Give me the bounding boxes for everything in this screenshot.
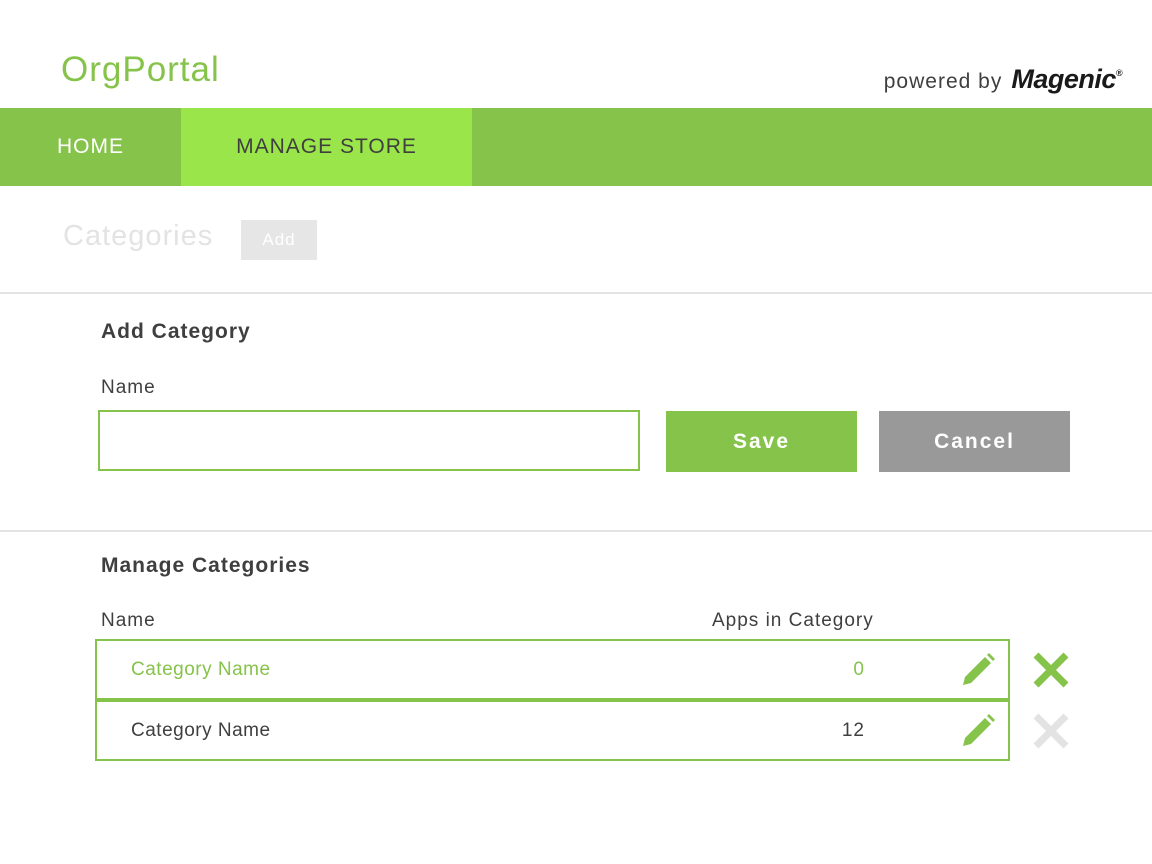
save-button[interactable]: Save xyxy=(666,411,857,472)
header: OrgPortal powered by Magenic® xyxy=(0,0,1152,108)
name-label: Name xyxy=(101,377,156,398)
column-header-apps: Apps in Category xyxy=(712,610,874,631)
pencil-icon[interactable] xyxy=(959,712,997,750)
table-row[interactable]: Category Name 12 xyxy=(95,700,1010,761)
category-name: Category Name xyxy=(131,720,271,741)
manage-categories-heading: Manage Categories xyxy=(101,554,311,577)
categories-toolbar: Categories Add xyxy=(0,186,1152,294)
app-title[interactable]: OrgPortal xyxy=(61,50,220,90)
close-icon[interactable] xyxy=(1032,651,1070,689)
add-button[interactable]: Add xyxy=(241,220,317,260)
brand-name: Magenic xyxy=(1011,64,1116,94)
apps-count: 12 xyxy=(841,720,865,741)
nav-bar: HOME MANAGE STORE xyxy=(0,108,1152,186)
page-title: Categories xyxy=(63,220,214,252)
nav-item-home[interactable]: HOME xyxy=(0,108,181,186)
category-name-input[interactable] xyxy=(98,410,640,471)
cancel-button[interactable]: Cancel xyxy=(879,411,1070,472)
table-row[interactable]: Category Name 0 xyxy=(95,639,1010,700)
brand-logo: Magenic® xyxy=(1011,64,1122,95)
close-icon[interactable] xyxy=(1032,712,1070,750)
nav-item-manage-store[interactable]: MANAGE STORE xyxy=(181,108,472,186)
manage-categories-section: Manage Categories Name Apps in Category … xyxy=(0,532,1152,864)
add-category-heading: Add Category xyxy=(101,320,251,343)
category-name: Category Name xyxy=(131,659,271,680)
powered-by-text: powered by xyxy=(883,70,1003,93)
brand-mark: ® xyxy=(1115,68,1123,78)
add-category-section: Add Category Name Save Cancel xyxy=(0,294,1152,532)
pencil-icon[interactable] xyxy=(959,651,997,689)
powered-by: powered by Magenic® xyxy=(883,64,1123,95)
apps-count: 0 xyxy=(853,659,865,680)
column-header-name: Name xyxy=(101,610,156,631)
